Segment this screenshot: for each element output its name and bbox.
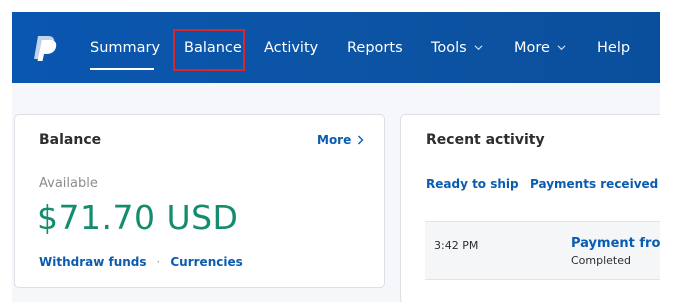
nav-activity[interactable]: Activity — [264, 12, 318, 83]
activity-name[interactable]: Payment from — [571, 236, 660, 251]
nav-tools-label: Tools — [431, 39, 467, 56]
app-window: Summary Balance Activity Reports Tools M… — [12, 12, 660, 302]
nav-tools[interactable]: Tools — [431, 12, 483, 83]
top-navigation-bar: Summary Balance Activity Reports Tools M… — [12, 12, 660, 83]
currencies-link[interactable]: Currencies — [170, 255, 242, 269]
balance-more-label: More — [317, 133, 352, 147]
nav-more-label: More — [514, 39, 550, 56]
nav-summary[interactable]: Summary — [90, 12, 160, 83]
activity-row[interactable]: 3:42 PM Payment from Completed — [425, 222, 660, 280]
nav-help-label: Help — [597, 39, 631, 56]
balance-highlight-box — [173, 29, 245, 71]
nav-summary-label: Summary — [90, 39, 161, 56]
balance-amount: $71.70 USD — [37, 198, 239, 237]
activity-time: 3:42 PM — [434, 239, 479, 252]
chevron-down-icon — [557, 45, 566, 51]
paypal-logo-icon[interactable] — [32, 34, 58, 62]
withdraw-funds-link[interactable]: Withdraw funds — [39, 255, 147, 269]
separator-dot: · — [156, 255, 161, 269]
nav-reports[interactable]: Reports — [347, 12, 403, 83]
balance-actions: Withdraw funds · Currencies — [39, 255, 243, 269]
nav-more[interactable]: More — [514, 12, 566, 83]
balance-more-link[interactable]: More — [317, 133, 364, 147]
tab-ready-to-ship[interactable]: Ready to ship — [426, 177, 519, 191]
active-tab-underline — [90, 68, 154, 70]
recent-activity-title: Recent activity — [426, 132, 545, 148]
nav-reports-label: Reports — [347, 39, 403, 56]
activity-status: Completed — [571, 254, 631, 267]
tab-payments-received[interactable]: Payments received — [530, 177, 658, 191]
balance-card: Balance More Available $71.70 USD Withdr… — [14, 114, 385, 288]
chevron-right-icon — [358, 135, 364, 145]
screenshot-frame: Summary Balance Activity Reports Tools M… — [0, 0, 680, 308]
available-label: Available — [39, 176, 98, 191]
chevron-down-icon — [474, 45, 483, 51]
balance-card-title: Balance — [39, 132, 102, 148]
nav-help[interactable]: Help — [597, 12, 630, 83]
recent-activity-card: Recent activity Ready to ship Payments r… — [400, 114, 660, 302]
nav-activity-label: Activity — [264, 39, 319, 56]
